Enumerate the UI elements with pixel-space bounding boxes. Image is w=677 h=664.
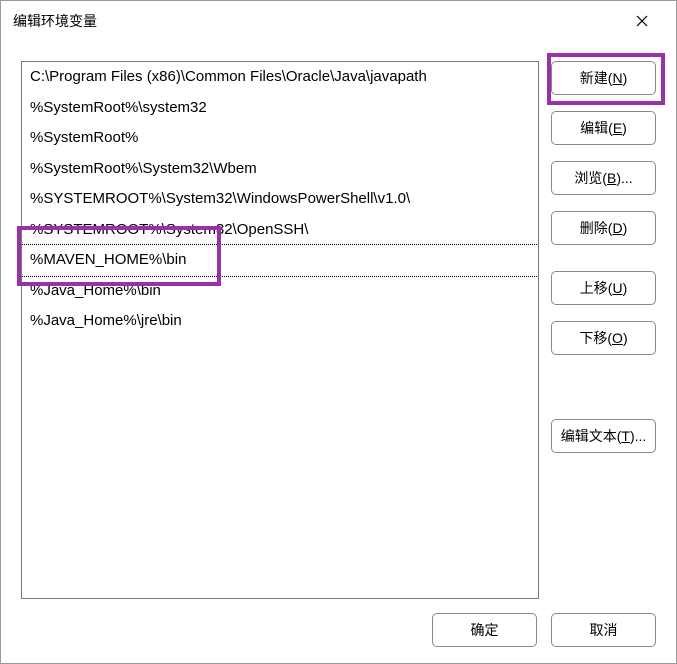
window-title: 编辑环境变量 [13,11,620,31]
list-item[interactable]: %Java_Home%\bin [22,276,538,307]
list-item[interactable]: %SystemRoot% [22,123,538,154]
list-item[interactable]: %SystemRoot%\System32\Wbem [22,154,538,185]
btn-text: 上移(U) [580,278,627,298]
btn-text: 新建(N) [580,68,627,88]
side-buttons: 新建(N) 编辑(E) 浏览(B)... 删除(D) 上移(U) 下移(O) 编… [551,61,656,599]
path-list[interactable]: C:\Program Files (x86)\Common Files\Orac… [21,61,539,599]
btn-text: 编辑(E) [580,118,627,138]
move-down-button[interactable]: 下移(O) [551,321,656,355]
list-item[interactable]: %SystemRoot%\system32 [22,93,538,124]
dialog-footer: 确定 取消 [1,599,676,663]
edit-button[interactable]: 编辑(E) [551,111,656,145]
spacer [551,371,656,419]
new-button[interactable]: 新建(N) [551,61,656,95]
titlebar: 编辑环境变量 [1,1,676,41]
btn-text: 编辑文本(T)... [561,426,647,446]
list-item[interactable]: %SYSTEMROOT%\System32\OpenSSH\ [22,215,538,246]
list-item[interactable]: %Java_Home%\jre\bin [22,306,538,337]
dialog-body: C:\Program Files (x86)\Common Files\Orac… [1,41,676,599]
close-button[interactable] [620,6,664,36]
btn-text: 删除(D) [580,218,627,238]
move-up-button[interactable]: 上移(U) [551,271,656,305]
dialog-window: 编辑环境变量 C:\Program Files (x86)\Common Fil… [0,0,677,664]
browse-button[interactable]: 浏览(B)... [551,161,656,195]
ok-button[interactable]: 确定 [432,613,537,647]
edit-text-button[interactable]: 编辑文本(T)... [551,419,656,453]
btn-text: 浏览(B)... [574,168,632,188]
btn-text: 下移(O) [579,328,627,348]
list-item[interactable]: %SYSTEMROOT%\System32\WindowsPowerShell\… [22,184,538,215]
close-icon [636,15,648,27]
spacer [551,261,656,271]
list-item[interactable]: C:\Program Files (x86)\Common Files\Orac… [22,62,538,93]
delete-button[interactable]: 删除(D) [551,211,656,245]
list-item[interactable]: %MAVEN_HOME%\bin [21,244,539,277]
cancel-button[interactable]: 取消 [551,613,656,647]
